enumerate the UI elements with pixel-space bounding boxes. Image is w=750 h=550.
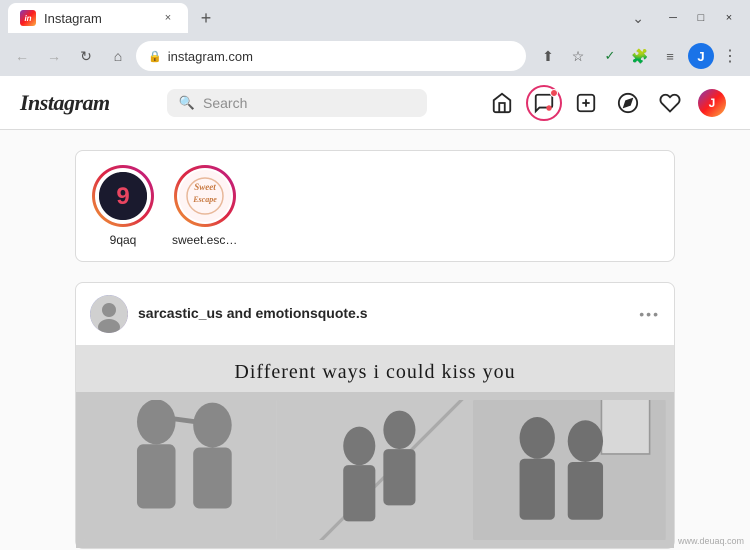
browser-menu-button[interactable]: ⋮ xyxy=(718,42,742,70)
stories-container: 9 9qaq xyxy=(75,150,675,262)
activity-button[interactable] xyxy=(652,85,688,121)
watermark: www.deuaq.com xyxy=(678,536,744,546)
tab-close-button[interactable]: × xyxy=(160,10,176,26)
tab-favicon: in xyxy=(20,10,36,26)
svg-text:9: 9 xyxy=(116,183,129,210)
lock-icon: 🔒 xyxy=(148,50,162,63)
story-avatar: 9 xyxy=(97,170,149,222)
post-container: sarcastic_us and emotionsquote.s ••• Dif… xyxy=(75,282,675,549)
post-more-button[interactable]: ••• xyxy=(639,306,660,322)
minimize-button[interactable]: ─ xyxy=(660,5,686,31)
story-item[interactable]: Sweet Escape sweet.escape xyxy=(172,165,238,247)
share-button[interactable]: ⬆ xyxy=(534,42,562,70)
url-text: instagram.com xyxy=(168,49,514,64)
svg-text:Sweet: Sweet xyxy=(194,182,216,192)
story-item[interactable]: 9 9qaq xyxy=(92,165,154,247)
comic-panels xyxy=(76,392,674,548)
post-image: Different ways i could kiss you xyxy=(76,345,674,548)
story-avatar: Sweet Escape xyxy=(179,170,231,222)
instagram-header: Instagram 🔍 xyxy=(0,76,750,130)
extension-check-button[interactable]: ✓ xyxy=(596,42,624,70)
new-post-button[interactable] xyxy=(568,85,604,121)
nav-icons: J xyxy=(484,85,730,121)
new-tab-button[interactable]: + xyxy=(192,4,220,32)
forward-button[interactable]: → xyxy=(40,42,68,70)
messenger-button[interactable] xyxy=(526,85,562,121)
comic-panel-3 xyxy=(473,400,666,540)
post-user-info: sarcastic_us and emotionsquote.s xyxy=(138,305,629,323)
avatar: J xyxy=(698,89,726,117)
tab-title: Instagram xyxy=(44,11,152,26)
profile-avatar-button[interactable]: J xyxy=(694,85,730,121)
comic-title: Different ways i could kiss you xyxy=(92,353,658,388)
notification-badge xyxy=(550,89,558,97)
home-button[interactable]: ⌂ xyxy=(104,42,132,70)
extensions-puzzle-button[interactable]: 🧩 xyxy=(626,42,654,70)
story-ring: Sweet Escape xyxy=(174,165,236,227)
story-username: 9qaq xyxy=(110,233,137,247)
back-button[interactable]: ← xyxy=(8,42,36,70)
story-avatar-inner: 9 xyxy=(95,168,151,224)
profile-button[interactable]: J xyxy=(688,43,714,69)
search-bar[interactable]: 🔍 xyxy=(167,89,427,117)
close-button[interactable]: × xyxy=(716,5,742,31)
story-username: sweet.escape xyxy=(172,233,238,247)
post-username: sarcastic_us and emotionsquote.s xyxy=(138,305,368,321)
search-icon: 🔍 xyxy=(179,95,195,111)
svg-text:Escape: Escape xyxy=(192,195,217,204)
story-ring: 9 xyxy=(92,165,154,227)
instagram-logo: Instagram xyxy=(20,90,110,116)
address-bar: ← → ↻ ⌂ 🔒 instagram.com ⬆ ☆ ✓ 🧩 ≡ J ⋮ xyxy=(0,36,750,76)
extension-area: ✓ 🧩 ≡ xyxy=(596,42,684,70)
page-content: Instagram 🔍 xyxy=(0,76,750,550)
tab-bar: in Instagram × + ⌄ ─ □ × xyxy=(0,0,750,36)
post-header: sarcastic_us and emotionsquote.s ••• xyxy=(76,283,674,345)
main-feed: 9 9qaq xyxy=(55,130,695,550)
story-avatar-inner: Sweet Escape xyxy=(177,168,233,224)
address-actions: ⬆ ☆ xyxy=(534,42,592,70)
comic-panel-2 xyxy=(279,400,472,540)
address-input[interactable]: 🔒 instagram.com xyxy=(136,41,526,71)
post-avatar xyxy=(90,295,128,333)
window-controls: ─ □ × xyxy=(660,5,742,31)
explore-button[interactable] xyxy=(610,85,646,121)
stories-row: 9 9qaq xyxy=(92,165,658,247)
search-input[interactable] xyxy=(203,95,415,111)
home-button[interactable] xyxy=(484,85,520,121)
chevron-down-icon[interactable]: ⌄ xyxy=(632,10,644,27)
comic-panel-1 xyxy=(84,400,277,540)
browser-chrome: in Instagram × + ⌄ ─ □ × ← → ↻ ⌂ 🔒 insta… xyxy=(0,0,750,76)
extensions-menu-button[interactable]: ≡ xyxy=(656,42,684,70)
refresh-button[interactable]: ↻ xyxy=(72,42,100,70)
active-tab[interactable]: in Instagram × xyxy=(8,3,188,33)
bookmark-button[interactable]: ☆ xyxy=(564,42,592,70)
maximize-button[interactable]: □ xyxy=(688,5,714,31)
